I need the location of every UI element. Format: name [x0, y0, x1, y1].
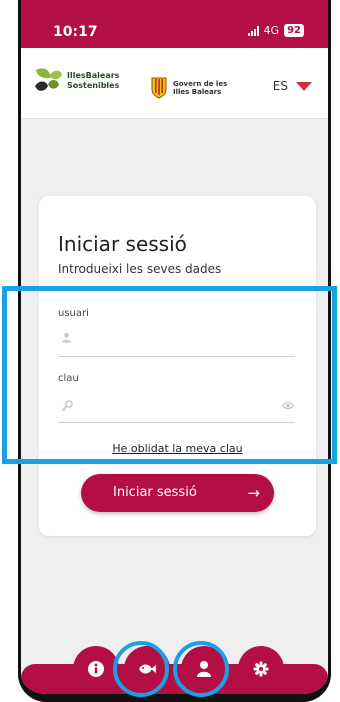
password-input[interactable]	[77, 397, 277, 415]
eye-icon[interactable]	[282, 401, 294, 410]
status-time: 10:17	[53, 24, 98, 40]
login-button[interactable]: Iniciar sessió →	[81, 474, 274, 512]
username-underline	[58, 356, 295, 357]
app-header: IllesBalears Sostenibles Govern de les I…	[21, 48, 328, 119]
info-icon	[88, 661, 104, 677]
brand-line1: IllesBalears	[67, 71, 120, 80]
brand-text: IllesBalears Sostenibles	[67, 71, 119, 91]
illes-balears-sostenibles-logo: IllesBalears Sostenibles	[33, 66, 128, 100]
chevron-down-icon	[296, 81, 312, 91]
key-icon	[61, 400, 73, 412]
govern-illes-balears-logo: Govern de les Illes Balears	[151, 77, 227, 99]
brand-line2: Sostenibles	[67, 81, 120, 90]
language-selector[interactable]: ES	[273, 79, 312, 93]
login-title: Iniciar sessió	[58, 232, 187, 256]
status-bar: 10:17 4G 92	[21, 0, 328, 48]
login-card: Iniciar sessió Introdueixi les seves dad…	[39, 196, 316, 536]
password-label: clau	[58, 373, 79, 384]
govern-text: Govern de les Illes Balears	[173, 80, 227, 96]
arrow-right-icon: →	[247, 484, 260, 502]
language-code: ES	[272, 79, 288, 93]
govern-line1: Govern de les	[173, 80, 228, 88]
battery-icon: 92	[284, 24, 304, 37]
tab-fish[interactable]	[124, 646, 170, 692]
network-type: 4G	[263, 24, 280, 37]
username-label: usuari	[58, 308, 89, 319]
coat-of-arms-icon	[151, 77, 167, 99]
login-button-label: Iniciar sessió	[113, 485, 197, 500]
govern-line2: Illes Balears	[173, 88, 222, 96]
tab-profile[interactable]	[181, 646, 227, 692]
forgot-password-link[interactable]: He oblidat la meva clau	[39, 442, 316, 455]
user-field-icon	[62, 332, 71, 343]
leaf-logo-icon	[35, 68, 62, 91]
username-input[interactable]	[77, 329, 277, 347]
tab-settings[interactable]	[238, 646, 284, 692]
user-icon	[197, 661, 211, 677]
login-subtitle: Introdueixi les seves dades	[58, 262, 222, 276]
tab-info[interactable]	[73, 646, 119, 692]
signal-icon	[247, 25, 259, 36]
password-underline	[58, 422, 295, 423]
status-indicators: 4G 92	[247, 24, 304, 37]
fish-icon	[139, 664, 156, 674]
gear-icon	[253, 661, 269, 677]
phone-screen: 10:17 4G 92 IllesBalears Sostenibles Gov…	[18, 0, 331, 702]
